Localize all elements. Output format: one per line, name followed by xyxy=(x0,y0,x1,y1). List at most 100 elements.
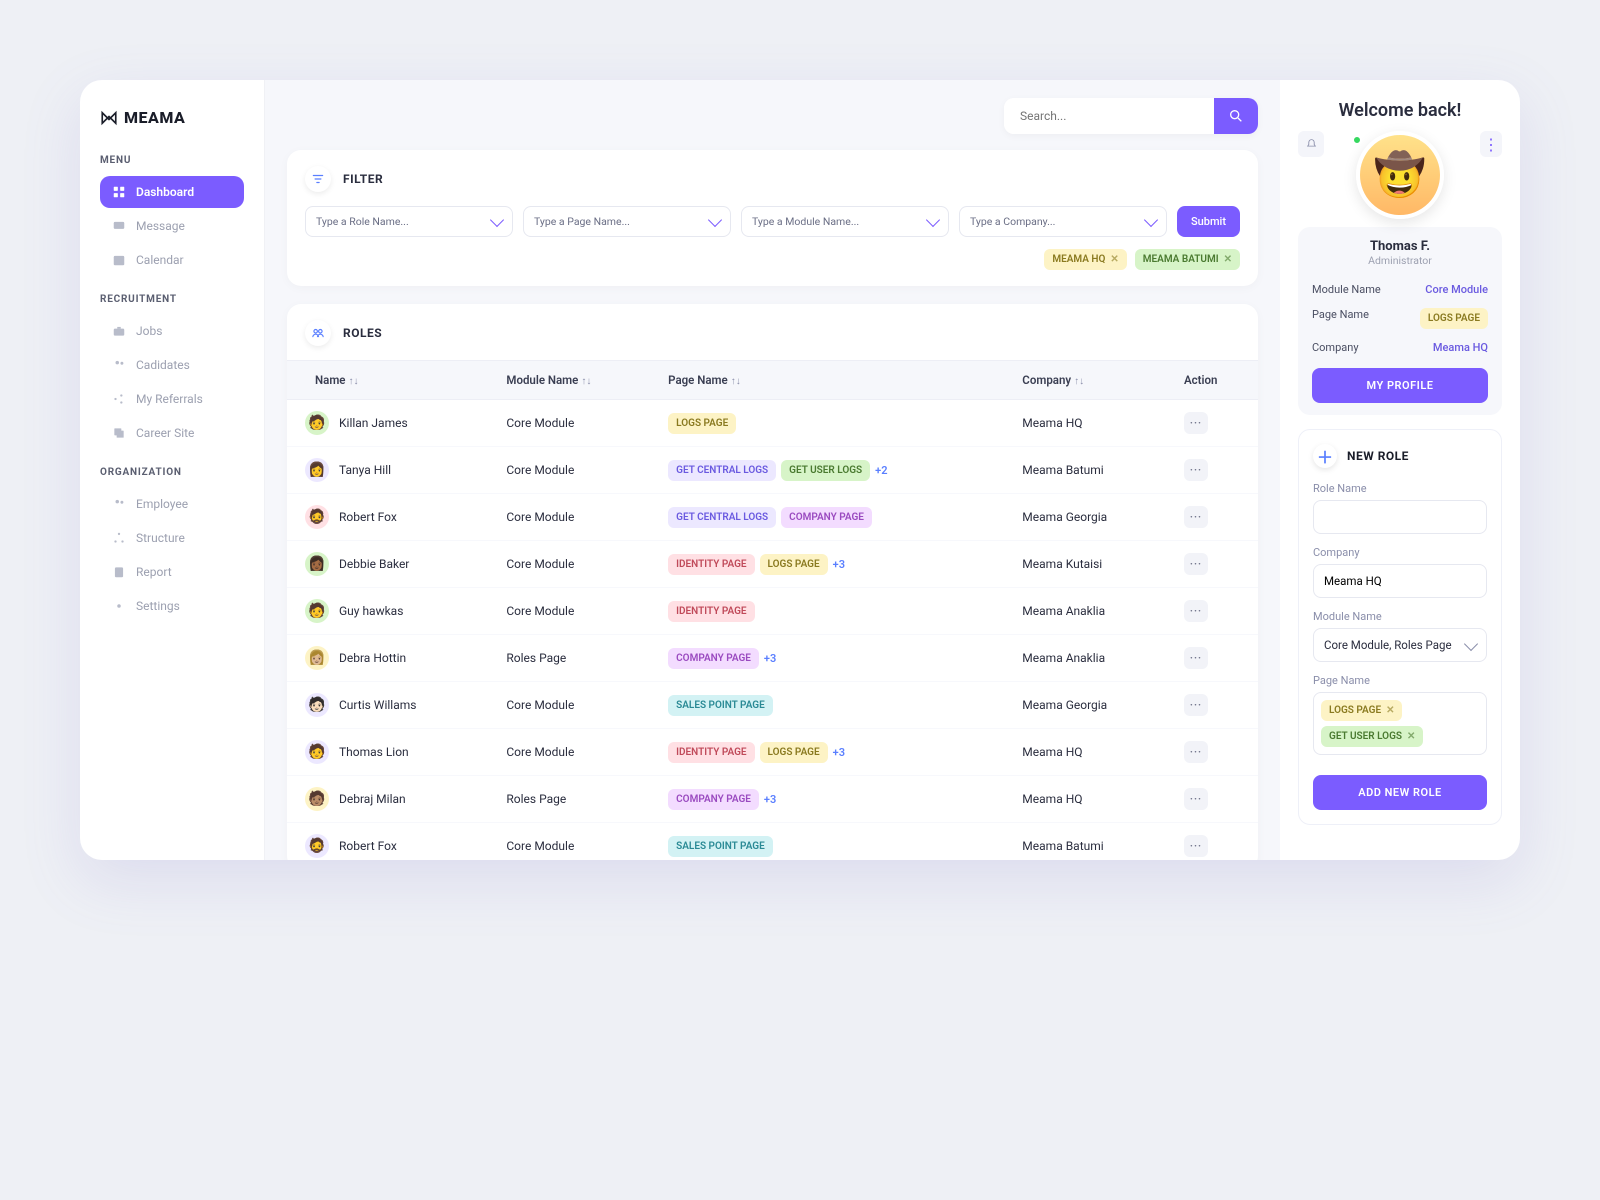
avatar: 🧑🏽 xyxy=(305,787,329,811)
profile-menu-button[interactable]: ⋮ xyxy=(1480,131,1502,157)
filter-chip[interactable]: MEAMA BATUMI✕ xyxy=(1135,249,1240,270)
row-action-button[interactable]: ··· xyxy=(1184,788,1208,810)
chevron-down-icon xyxy=(926,213,940,227)
notifications-button[interactable] xyxy=(1298,131,1324,157)
search-button[interactable] xyxy=(1214,98,1258,134)
filter-role-combo[interactable]: Type a Role Name... xyxy=(305,206,513,237)
col-module[interactable]: Module Name↑↓ xyxy=(492,361,654,400)
row-action-button[interactable]: ··· xyxy=(1184,459,1208,481)
more-pages[interactable]: +3 xyxy=(764,793,776,806)
close-icon[interactable]: ✕ xyxy=(1110,254,1118,265)
main-content: FILTER Type a Role Name... Type a Page N… xyxy=(265,80,1280,860)
close-icon[interactable]: ✕ xyxy=(1386,705,1394,716)
col-company[interactable]: Company↑↓ xyxy=(1008,361,1170,400)
my-profile-button[interactable]: MY PROFILE xyxy=(1312,368,1488,403)
table-row: 👩🏼Debra HottinRoles PageCOMPANY PAGE+3Me… xyxy=(287,635,1258,682)
col-name[interactable]: Name↑↓ xyxy=(287,361,492,400)
page-name-chips[interactable]: LOGS PAGE✕ GET USER LOGS✕ xyxy=(1313,692,1487,755)
col-page[interactable]: Page Name↑↓ xyxy=(654,361,1008,400)
user-avatar[interactable]: 🤠 xyxy=(1356,131,1444,219)
profile-card: Thomas F. Administrator Module NameCore … xyxy=(1298,227,1502,415)
sidebar-item-message[interactable]: Message xyxy=(100,210,244,242)
sidebar-item-report[interactable]: Report xyxy=(100,556,244,588)
sort-icon: ↑↓ xyxy=(731,376,741,387)
row-action-button[interactable]: ··· xyxy=(1184,647,1208,669)
filter-company-combo[interactable]: Type a Company... xyxy=(959,206,1167,237)
more-pages[interactable]: +3 xyxy=(764,652,776,665)
row-name: Guy hawkas xyxy=(339,604,403,618)
row-action-button[interactable]: ··· xyxy=(1184,694,1208,716)
sidebar-item-cadidates[interactable]: Cadidates xyxy=(100,349,244,381)
page-chip[interactable]: GET USER LOGS✕ xyxy=(1321,726,1423,747)
add-new-role-button[interactable]: ADD NEW ROLE xyxy=(1313,775,1487,810)
role-name-input[interactable] xyxy=(1313,500,1487,534)
sidebar-item-calendar[interactable]: Calendar xyxy=(100,244,244,276)
search-input[interactable] xyxy=(1004,98,1214,134)
profile-module: Core Module xyxy=(1425,283,1488,296)
avatar: 👩🏼 xyxy=(305,646,329,670)
user-role: Administrator xyxy=(1312,254,1488,267)
row-name: Robert Fox xyxy=(339,839,397,853)
row-action-button[interactable]: ··· xyxy=(1184,741,1208,763)
sidebar-item-dashboard[interactable]: Dashboard xyxy=(100,176,244,208)
row-name: Robert Fox xyxy=(339,510,397,524)
right-column: Welcome back! 🤠 ⋮ Thomas F. Administrato… xyxy=(1280,80,1520,860)
page-chip: COMPANY PAGE xyxy=(668,648,759,669)
users-icon xyxy=(112,358,126,372)
filter-submit-button[interactable]: Submit xyxy=(1177,206,1240,237)
filter-icon xyxy=(305,166,331,192)
sidebar-item-settings[interactable]: Settings xyxy=(100,590,244,622)
page-chip: COMPANY PAGE xyxy=(668,789,759,810)
company-input[interactable] xyxy=(1313,564,1487,598)
row-name: Debra Hottin xyxy=(339,651,406,665)
sidebar-item-label: My Referrals xyxy=(136,392,203,406)
page-chip[interactable]: LOGS PAGE✕ xyxy=(1321,700,1402,721)
row-name: Tanya Hill xyxy=(339,463,391,477)
row-action-button[interactable]: ··· xyxy=(1184,412,1208,434)
page-name-label: Page Name xyxy=(1313,674,1487,687)
more-pages[interactable]: +3 xyxy=(833,746,845,759)
role-name-label: Role Name xyxy=(1313,482,1487,495)
chevron-down-icon xyxy=(1144,213,1158,227)
table-row: 🧑Thomas LionCore ModuleIDENTITY PAGELOGS… xyxy=(287,729,1258,776)
close-icon[interactable]: ✕ xyxy=(1224,254,1232,265)
sort-icon: ↑↓ xyxy=(1074,376,1084,387)
profile-top: 🤠 ⋮ xyxy=(1298,131,1502,219)
close-icon[interactable]: ✕ xyxy=(1407,731,1415,742)
sidebar-item-career-site[interactable]: Career Site xyxy=(100,417,244,449)
row-module: Core Module xyxy=(492,447,654,494)
sidebar-item-label: Message xyxy=(136,219,185,233)
page-chip: GET USER LOGS xyxy=(781,460,870,481)
table-row: 🧑Killan JamesCore ModuleLOGS PAGEMeama H… xyxy=(287,400,1258,447)
sidebar-item-jobs[interactable]: Jobs xyxy=(100,315,244,347)
share-icon xyxy=(112,392,126,406)
row-action-button[interactable]: ··· xyxy=(1184,835,1208,857)
sidebar-item-my-referrals[interactable]: My Referrals xyxy=(100,383,244,415)
chevron-down-icon xyxy=(490,213,504,227)
row-company: Meama HQ xyxy=(1008,776,1170,823)
sidebar-item-structure[interactable]: Structure xyxy=(100,522,244,554)
more-pages[interactable]: +3 xyxy=(833,558,845,571)
sort-icon: ↑↓ xyxy=(581,376,591,387)
message-icon xyxy=(112,219,126,233)
row-module: Core Module xyxy=(492,729,654,776)
filter-title: FILTER xyxy=(343,172,383,186)
filter-page-combo[interactable]: Type a Page Name... xyxy=(523,206,731,237)
avatar: 🧑🏻 xyxy=(305,693,329,717)
row-action-button[interactable]: ··· xyxy=(1184,600,1208,622)
sidebar-item-label: Cadidates xyxy=(136,358,190,372)
sidebar-item-label: Jobs xyxy=(136,324,162,338)
roles-card: ROLES Name↑↓ Module Name↑↓ Page Name↑↓ C… xyxy=(287,304,1258,860)
row-action-button[interactable]: ··· xyxy=(1184,553,1208,575)
filter-module-combo[interactable]: Type a Module Name... xyxy=(741,206,949,237)
tree-icon xyxy=(112,531,126,545)
row-action-button[interactable]: ··· xyxy=(1184,506,1208,528)
row-company: Meama Georgia xyxy=(1008,682,1170,729)
briefcase-icon xyxy=(112,324,126,338)
filter-chip[interactable]: MEAMA HQ✕ xyxy=(1044,249,1126,270)
more-pages[interactable]: +2 xyxy=(875,464,887,477)
avatar: 🧔 xyxy=(305,505,329,529)
grid-icon xyxy=(112,185,126,199)
module-name-select[interactable]: Core Module, Roles Page xyxy=(1313,628,1487,662)
sidebar-item-employee[interactable]: Employee xyxy=(100,488,244,520)
